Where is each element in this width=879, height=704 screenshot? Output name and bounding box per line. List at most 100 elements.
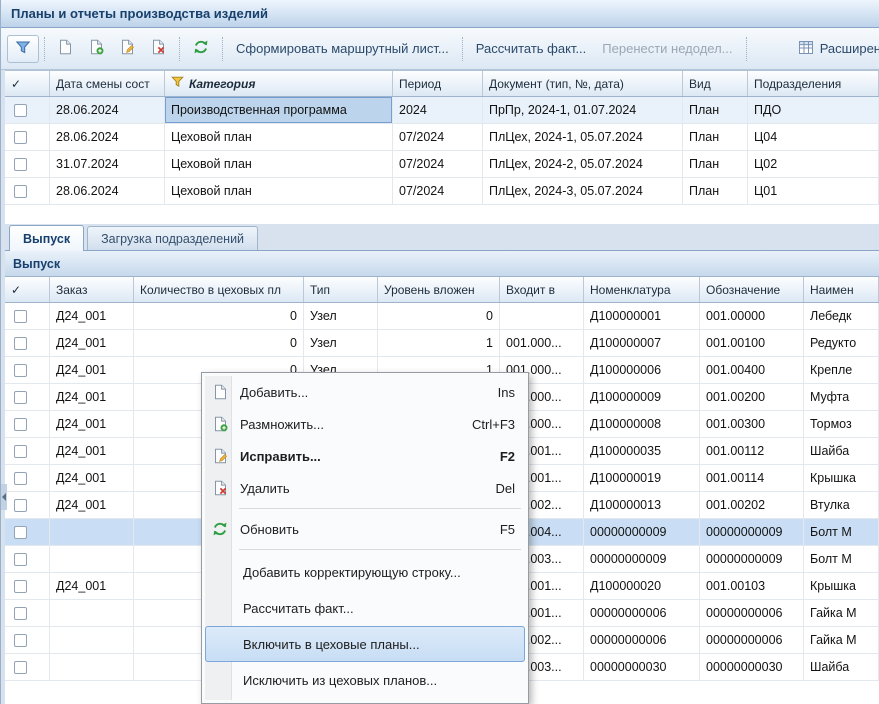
- row-checkbox[interactable]: [14, 131, 27, 144]
- cell-name[interactable]: Болт М: [804, 546, 879, 572]
- cell-name[interactable]: Муфта: [804, 384, 879, 410]
- header-document[interactable]: Документ (тип, №, дата): [483, 71, 683, 96]
- cell-order[interactable]: Д24_001: [50, 492, 134, 518]
- row-checkbox[interactable]: [14, 553, 27, 566]
- header-level[interactable]: Уровень вложен: [378, 277, 500, 302]
- row-checkbox[interactable]: [14, 104, 27, 117]
- cell-type[interactable]: Узел: [304, 330, 378, 356]
- cell-name[interactable]: Шайба: [804, 438, 879, 464]
- row-checkbox[interactable]: [14, 418, 27, 431]
- header-department[interactable]: Подразделения: [748, 71, 879, 96]
- cell-order[interactable]: Д24_001: [50, 573, 134, 599]
- menu-item-edit[interactable]: Исправить... F2: [205, 440, 525, 472]
- cell-designation[interactable]: 00000000009: [700, 546, 804, 572]
- cell-date[interactable]: 28.06.2024: [50, 124, 165, 150]
- filter-button[interactable]: [7, 35, 39, 63]
- cell-designation[interactable]: 00000000006: [700, 627, 804, 653]
- cell-order[interactable]: [50, 600, 134, 626]
- cell-designation[interactable]: 001.00114: [700, 465, 804, 491]
- cell-document[interactable]: ПлЦех, 2024-3, 05.07.2024: [483, 178, 683, 204]
- cell-level[interactable]: 1: [378, 330, 500, 356]
- delete-button[interactable]: [143, 35, 174, 63]
- menu-item-delete[interactable]: Удалить Del: [205, 472, 525, 504]
- cell-order[interactable]: Д24_001: [50, 438, 134, 464]
- cell-period[interactable]: 07/2024: [393, 178, 483, 204]
- cell-order[interactable]: [50, 627, 134, 653]
- header-name[interactable]: Наимен: [804, 277, 879, 302]
- cell-order[interactable]: Д24_001: [50, 303, 134, 329]
- menu-item-exclude-from-shop-plans[interactable]: Исключить из цеховых планов...: [205, 662, 525, 698]
- row-checkbox[interactable]: [14, 634, 27, 647]
- cell-name[interactable]: Редукто: [804, 330, 879, 356]
- cell-designation[interactable]: 00000000030: [700, 654, 804, 680]
- cell-date[interactable]: 28.06.2024: [50, 97, 165, 123]
- cell-nomenclature[interactable]: Д100000013: [584, 492, 700, 518]
- cell-qty[interactable]: 0: [134, 330, 304, 356]
- row-checkbox[interactable]: [14, 310, 27, 323]
- cell-category[interactable]: Цеховой план: [165, 124, 393, 150]
- cell-date[interactable]: 28.06.2024: [50, 178, 165, 204]
- row-checkbox[interactable]: [14, 472, 27, 485]
- refresh-button[interactable]: [185, 35, 217, 63]
- table-row[interactable]: Д24_001 0 Узел 1 001.000... Д100000007 0…: [5, 330, 879, 357]
- cell-period[interactable]: 2024: [393, 97, 483, 123]
- splitter-collapse-handle[interactable]: [1, 484, 7, 510]
- cell-nomenclature[interactable]: 00000000006: [584, 600, 700, 626]
- cell-name[interactable]: Крышка: [804, 465, 879, 491]
- cell-type[interactable]: Узел: [304, 303, 378, 329]
- cell-kind[interactable]: План: [683, 97, 748, 123]
- cell-designation[interactable]: 001.00103: [700, 573, 804, 599]
- cell-order[interactable]: Д24_001: [50, 411, 134, 437]
- cell-parent[interactable]: 001.000...: [500, 330, 584, 356]
- cell-order[interactable]: Д24_001: [50, 330, 134, 356]
- cell-name[interactable]: Болт М: [804, 519, 879, 545]
- cell-level[interactable]: 0: [378, 303, 500, 329]
- cell-parent[interactable]: [500, 303, 584, 329]
- cell-order[interactable]: [50, 519, 134, 545]
- cell-nomenclature[interactable]: 00000000006: [584, 627, 700, 653]
- cell-kind[interactable]: План: [683, 124, 748, 150]
- cell-nomenclature[interactable]: 00000000009: [584, 519, 700, 545]
- cell-nomenclature[interactable]: Д100000019: [584, 465, 700, 491]
- cell-qty[interactable]: 0: [134, 303, 304, 329]
- menu-item-include-in-shop-plans[interactable]: Включить в цеховые планы...: [205, 626, 525, 662]
- header-check[interactable]: ✓: [5, 277, 50, 302]
- cell-department[interactable]: Ц01: [748, 178, 879, 204]
- calc-fact-button[interactable]: Рассчитать факт...: [468, 35, 595, 63]
- cell-department[interactable]: ПДО: [748, 97, 879, 123]
- header-qty[interactable]: Количество в цеховых пл: [134, 277, 304, 302]
- add-button[interactable]: [50, 35, 81, 63]
- cell-department[interactable]: Ц04: [748, 124, 879, 150]
- cell-name[interactable]: Гайка М: [804, 627, 879, 653]
- cell-order[interactable]: [50, 546, 134, 572]
- cell-designation[interactable]: 00000000009: [700, 519, 804, 545]
- cell-name[interactable]: Лебедк: [804, 303, 879, 329]
- cell-nomenclature[interactable]: Д100000009: [584, 384, 700, 410]
- table-row[interactable]: 28.06.2024 Цеховой план 07/2024 ПлЦех, 2…: [5, 178, 879, 205]
- table-row[interactable]: Д24_001 0 Узел 0 Д100000001 001.00000 Ле…: [5, 303, 879, 330]
- header-period[interactable]: Период: [393, 71, 483, 96]
- cell-name[interactable]: Крепле: [804, 357, 879, 383]
- header-check[interactable]: ✓: [5, 71, 50, 96]
- header-designation[interactable]: Обозначение: [700, 277, 804, 302]
- row-checkbox[interactable]: [14, 526, 27, 539]
- row-checkbox[interactable]: [14, 580, 27, 593]
- cell-order[interactable]: [50, 654, 134, 680]
- cell-date[interactable]: 31.07.2024: [50, 151, 165, 177]
- cell-document[interactable]: ПлЦех, 2024-1, 05.07.2024: [483, 124, 683, 150]
- extended-mode-button[interactable]: Расширен: [790, 35, 879, 63]
- cell-name[interactable]: Гайка М: [804, 600, 879, 626]
- cell-name[interactable]: Крышка: [804, 573, 879, 599]
- cell-nomenclature[interactable]: Д100000007: [584, 330, 700, 356]
- cell-nomenclature[interactable]: Д100000008: [584, 411, 700, 437]
- cell-designation[interactable]: 001.00000: [700, 303, 804, 329]
- cell-nomenclature[interactable]: Д100000020: [584, 573, 700, 599]
- cell-nomenclature[interactable]: Д100000006: [584, 357, 700, 383]
- row-checkbox[interactable]: [14, 661, 27, 674]
- menu-item-add-correction-row[interactable]: Добавить корректирующую строку...: [205, 554, 525, 590]
- cell-document[interactable]: ПрПр, 2024-1, 01.07.2024: [483, 97, 683, 123]
- table-row[interactable]: 28.06.2024 Производственная программа 20…: [5, 97, 879, 124]
- cell-designation[interactable]: 001.00200: [700, 384, 804, 410]
- menu-item-calc-fact[interactable]: Рассчитать факт...: [205, 590, 525, 626]
- cell-kind[interactable]: План: [683, 151, 748, 177]
